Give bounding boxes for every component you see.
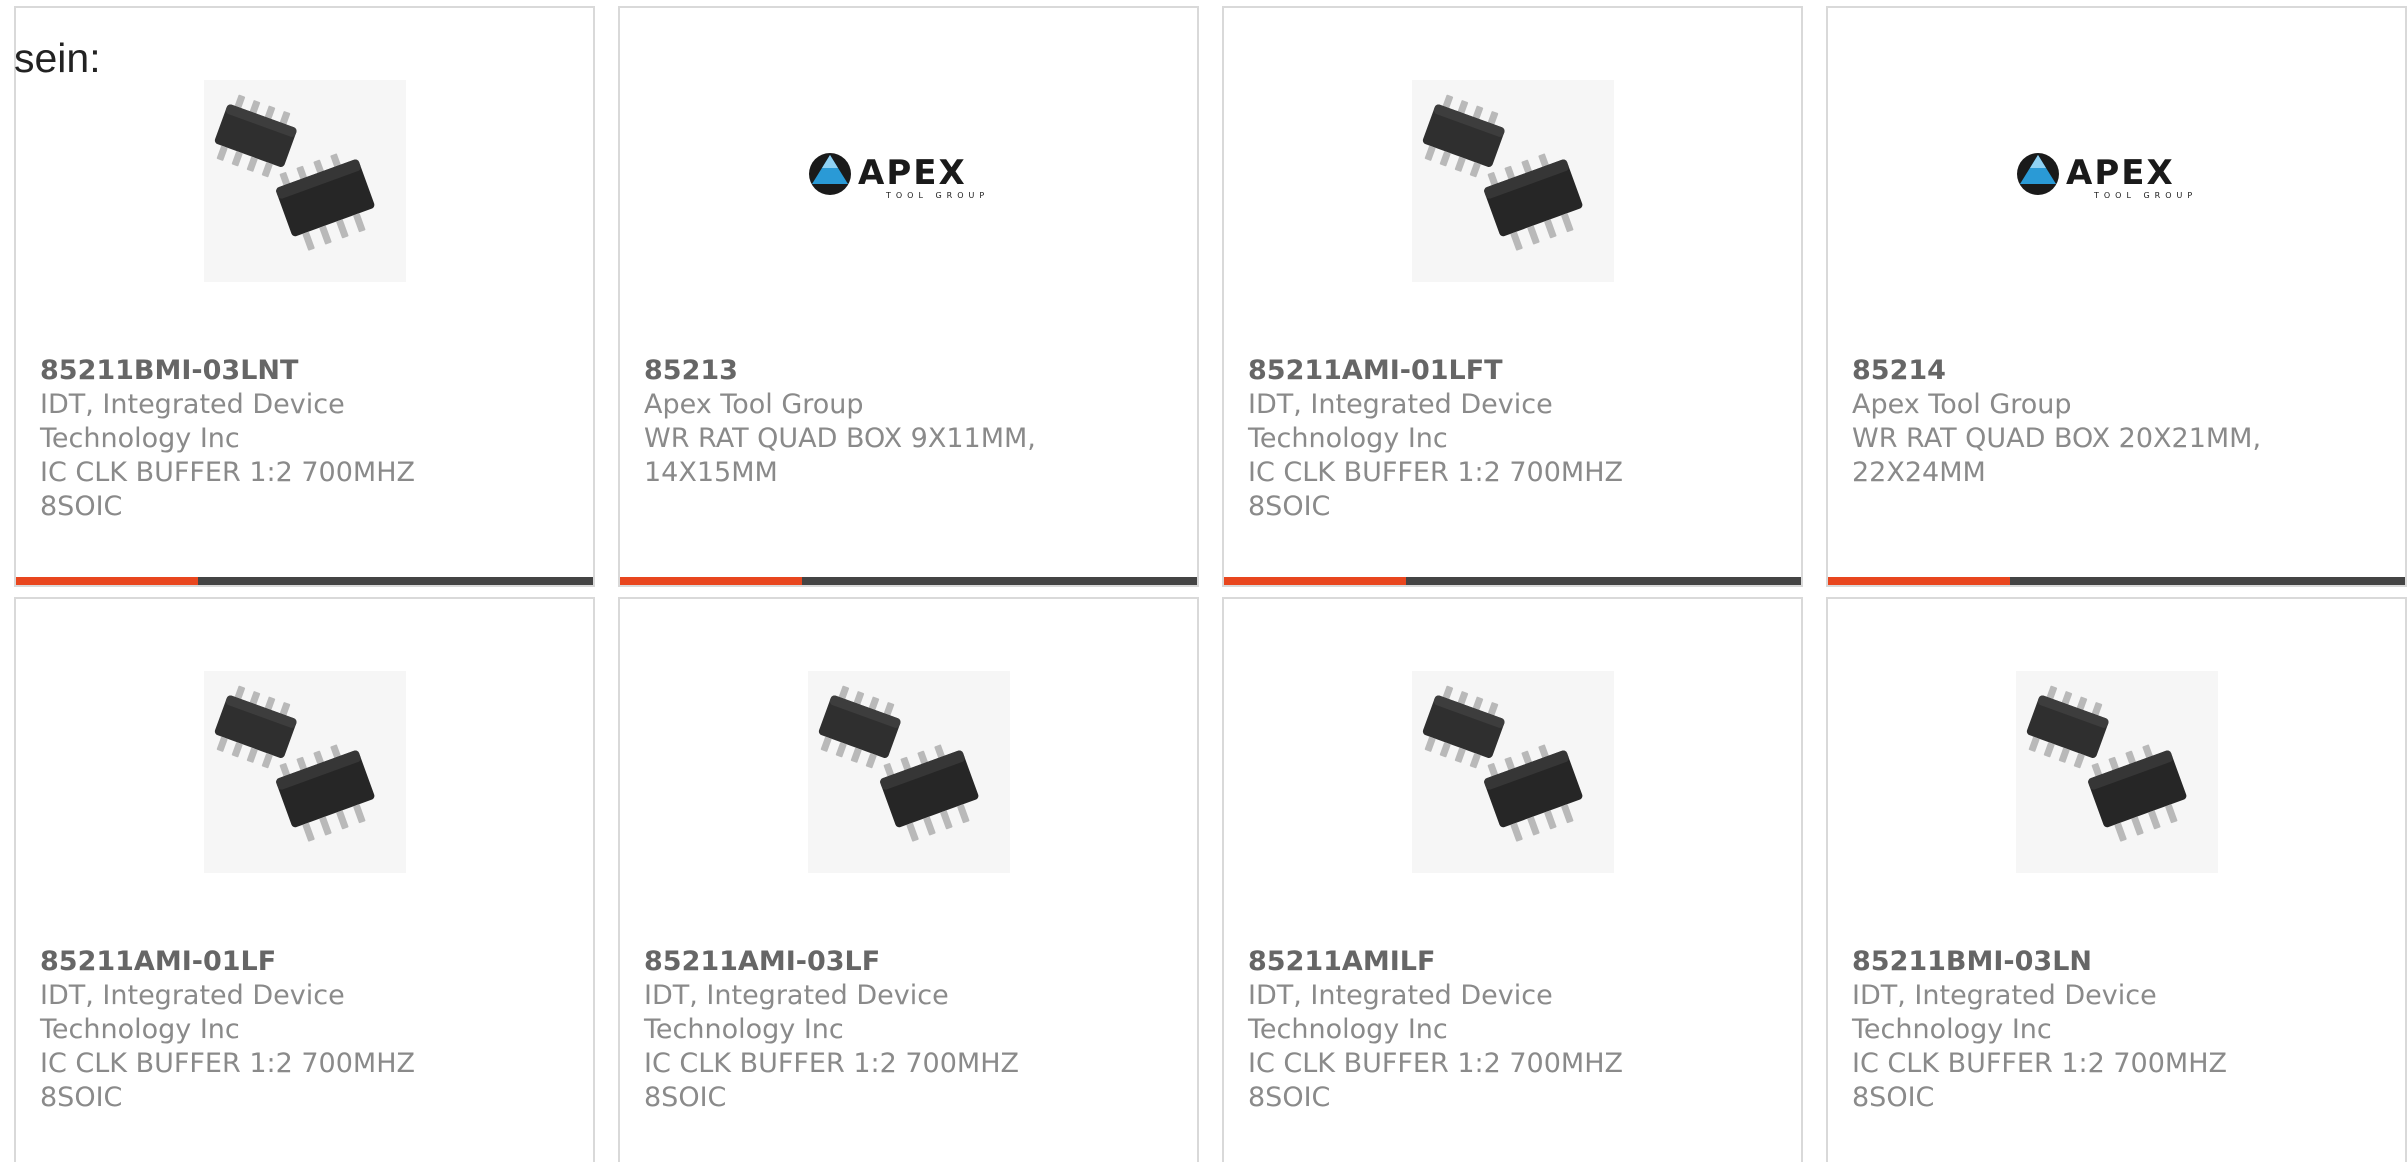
part-number-link[interactable]: 85211AMI-01LFT bbox=[1248, 354, 1668, 388]
product-image[interactable] bbox=[204, 80, 406, 282]
product-image[interactable] bbox=[2016, 671, 2218, 873]
part-number-link[interactable]: 85213 bbox=[644, 354, 1064, 388]
part-number-link[interactable]: 85214 bbox=[1852, 354, 2272, 388]
product-description: IC CLK BUFFER 1:2 700MHZ 8SOIC bbox=[40, 457, 415, 522]
apex-logo-image[interactable]: APEX TOOL GROUP bbox=[2016, 80, 2218, 282]
product-image[interactable] bbox=[808, 671, 1010, 873]
card-accent-bar bbox=[1224, 577, 1406, 585]
manufacturer-name: Apex Tool Group bbox=[644, 389, 864, 420]
card-accent-bar bbox=[620, 577, 802, 585]
card-accent-bar bbox=[1828, 577, 2010, 585]
product-grid: 85211BMI-03LNT IDT, Integrated Device Tec… bbox=[14, 6, 2407, 1162]
card-bottom-bar bbox=[16, 577, 593, 585]
card-bottom-bar bbox=[620, 577, 1197, 585]
prefix-label: sein: bbox=[14, 35, 101, 81]
svg-text:APEX: APEX bbox=[858, 153, 967, 193]
product-card[interactable]: 85211AMI-01LF IDT, Integrated Device Tech… bbox=[14, 597, 595, 1162]
product-description: IC CLK BUFFER 1:2 700MHZ 8SOIC bbox=[40, 1048, 415, 1113]
part-number-link[interactable]: 85211AMI-03LF bbox=[644, 945, 1064, 979]
product-info: 85213 Apex Tool Group WR RAT QUAD BOX 9X11… bbox=[644, 354, 1064, 490]
product-description: IC CLK BUFFER 1:2 700MHZ 8SOIC bbox=[1248, 457, 1623, 522]
card-accent-bar bbox=[16, 577, 198, 585]
product-card[interactable]: APEX TOOL GROUP 85214 Apex Tool Group WR R… bbox=[1826, 6, 2407, 587]
product-image[interactable] bbox=[204, 671, 406, 873]
svg-text:TOOL GROUP: TOOL GROUP bbox=[2093, 191, 2197, 200]
manufacturer-name: IDT, Integrated Device Technology Inc bbox=[40, 980, 345, 1045]
card-bottom-bar bbox=[1224, 577, 1801, 585]
product-description: WR RAT QUAD BOX 9X11MM, 14X15MM bbox=[644, 423, 1036, 488]
manufacturer-name: Apex Tool Group bbox=[1852, 389, 2072, 420]
product-card[interactable]: 85211AMI-03LF IDT, Integrated Device Tech… bbox=[618, 597, 1199, 1162]
product-card[interactable]: 85211AMI-01LFT IDT, Integrated Device Tec… bbox=[1222, 6, 1803, 587]
svg-text:TOOL GROUP: TOOL GROUP bbox=[885, 191, 989, 200]
part-number-link[interactable]: 85211AMILF bbox=[1248, 945, 1668, 979]
manufacturer-name: IDT, Integrated Device Technology Inc bbox=[1248, 980, 1553, 1045]
card-bottom-bar bbox=[1828, 577, 2405, 585]
product-description: IC CLK BUFFER 1:2 700MHZ 8SOIC bbox=[644, 1048, 1019, 1113]
product-description: IC CLK BUFFER 1:2 700MHZ 8SOIC bbox=[1248, 1048, 1623, 1113]
product-info: 85211AMILF IDT, Integrated Device Technol… bbox=[1248, 945, 1668, 1115]
product-info: 85211AMI-01LFT IDT, Integrated Device Tec… bbox=[1248, 354, 1668, 524]
manufacturer-name: IDT, Integrated Device Technology Inc bbox=[644, 980, 949, 1045]
manufacturer-name: IDT, Integrated Device Technology Inc bbox=[40, 389, 345, 454]
apex-logo-image[interactable]: APEX TOOL GROUP bbox=[808, 80, 1010, 282]
manufacturer-name: IDT, Integrated Device Technology Inc bbox=[1852, 980, 2157, 1045]
product-info: 85211AMI-03LF IDT, Integrated Device Tech… bbox=[644, 945, 1064, 1115]
product-card[interactable]: 85211BMI-03LNT IDT, Integrated Device Tec… bbox=[14, 6, 595, 587]
product-info: 85211BMI-03LNT IDT, Integrated Device Tec… bbox=[40, 354, 460, 524]
product-image[interactable] bbox=[1412, 671, 1614, 873]
product-card[interactable]: 85211BMI-03LN IDT, Integrated Device Tech… bbox=[1826, 597, 2407, 1162]
product-card[interactable]: 85211AMILF IDT, Integrated Device Technol… bbox=[1222, 597, 1803, 1162]
product-description: IC CLK BUFFER 1:2 700MHZ 8SOIC bbox=[1852, 1048, 2227, 1113]
product-description: WR RAT QUAD BOX 20X21MM, 22X24MM bbox=[1852, 423, 2262, 488]
part-number-link[interactable]: 85211AMI-01LF bbox=[40, 945, 460, 979]
product-info: 85214 Apex Tool Group WR RAT QUAD BOX 20X2… bbox=[1852, 354, 2272, 490]
product-grid-page: sein: 85211BMI-03LNT IDT, Integrated Devi… bbox=[0, 0, 2408, 1162]
product-info: 85211BMI-03LN IDT, Integrated Device Tech… bbox=[1852, 945, 2272, 1115]
part-number-link[interactable]: 85211BMI-03LN bbox=[1852, 945, 2272, 979]
product-image[interactable] bbox=[1412, 80, 1614, 282]
part-number-link[interactable]: 85211BMI-03LNT bbox=[40, 354, 460, 388]
product-card[interactable]: APEX TOOL GROUP 85213 Apex Tool Group WR R… bbox=[618, 6, 1199, 587]
svg-text:APEX: APEX bbox=[2066, 153, 2175, 193]
product-info: 85211AMI-01LF IDT, Integrated Device Tech… bbox=[40, 945, 460, 1115]
manufacturer-name: IDT, Integrated Device Technology Inc bbox=[1248, 389, 1553, 454]
